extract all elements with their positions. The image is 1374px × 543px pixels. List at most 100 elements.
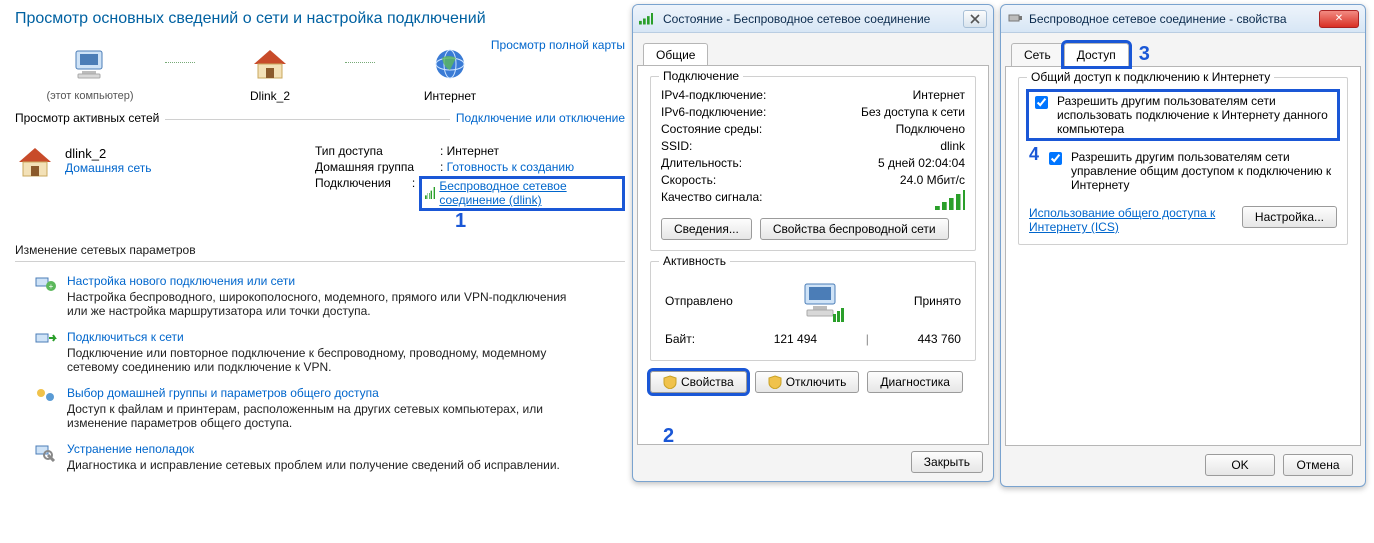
callout-1: 1 — [455, 210, 466, 233]
shield-icon — [768, 375, 782, 389]
adapter-icon — [1007, 9, 1023, 28]
close-button[interactable] — [963, 10, 987, 28]
ipv6-key: IPv6-подключение — [661, 105, 766, 119]
house-icon — [250, 46, 290, 82]
group-connection: Подключение IPv4-подключениеИнтернет IPv… — [650, 76, 976, 251]
group-connection-label: Подключение — [659, 69, 743, 83]
tab-general[interactable]: Общие — [643, 43, 708, 65]
task-troubleshoot: Устранение неполадок Диагностика и испра… — [35, 442, 625, 472]
callout-4: 4 — [1029, 144, 1041, 165]
cancel-button[interactable]: Отмена — [1283, 454, 1353, 476]
change-settings-header: Изменение сетевых параметров — [15, 243, 625, 257]
ok-button[interactable]: OK — [1205, 454, 1275, 476]
activity-icon — [793, 278, 853, 324]
task-new-connection-link[interactable]: Настройка нового подключения или сети — [67, 274, 295, 288]
bytes-separator: | — [866, 332, 869, 346]
diagram-line — [165, 62, 195, 63]
bytes-sent: 121 494 — [774, 332, 817, 346]
task-new-connection: + Настройка нового подключения или сети … — [35, 274, 625, 318]
group-ics: Общий доступ к подключению к Интернету Р… — [1018, 77, 1348, 245]
view-full-map-link[interactable]: Просмотр полной карты — [491, 38, 625, 52]
ssid-key: SSID — [661, 139, 692, 153]
duration-value: 5 дней 02:04:04 — [878, 156, 965, 170]
disable-button[interactable]: Отключить — [755, 371, 860, 393]
details-button[interactable]: Сведения... — [661, 218, 752, 240]
signal-strength-icon — [935, 190, 965, 210]
allow-share-label: Разрешить другим пользователям сети испо… — [1057, 94, 1335, 136]
active-networks-header: Просмотр активных сетей — [15, 111, 165, 125]
wireless-properties-button[interactable]: Свойства беспроводной сети — [760, 218, 949, 240]
active-network-name: dlink_2 — [65, 146, 151, 161]
allow-share-input[interactable] — [1035, 96, 1048, 109]
task-troubleshoot-link[interactable]: Устранение неполадок — [67, 442, 194, 456]
task-connect-desc: Подключение или повторное подключение к … — [67, 346, 587, 374]
connections-key: Подключения — [315, 176, 412, 211]
network-center-panel: Просмотр основных сведений о сети и наст… — [15, 10, 625, 476]
allow-share-checkbox[interactable]: Разрешить другим пользователям сети испо… — [1029, 92, 1337, 138]
status-titlebar[interactable]: Состояние - Беспроводное сетевое соедине… — [633, 5, 993, 33]
task-homegroup: Выбор домашней группы и параметров общег… — [35, 386, 625, 430]
task-connect: Подключиться к сети Подключение или повт… — [35, 330, 625, 374]
node-router-label: Dlink_2 — [195, 89, 345, 103]
ics-help-link[interactable]: Использование общего доступа к Интернету… — [1029, 206, 1242, 234]
troubleshoot-icon — [35, 442, 57, 465]
node-internet-label: Интернет — [375, 89, 525, 103]
connect-icon — [35, 330, 57, 353]
callout-2: 2 — [663, 425, 674, 448]
active-network: dlink_2 Домашняя сеть Тип доступа: Интер… — [15, 144, 625, 213]
props-title: Беспроводное сетевое соединение - свойст… — [1029, 12, 1313, 26]
access-type-value: Интернет — [447, 144, 499, 158]
settings-button[interactable]: Настройка... — [1242, 206, 1337, 228]
properties-button[interactable]: Свойства — [650, 371, 747, 393]
connect-disconnect-link[interactable]: Подключение или отключение — [450, 111, 625, 125]
node-internet: Интернет — [375, 46, 525, 103]
props-titlebar[interactable]: Беспроводное сетевое соединение - свойст… — [1001, 5, 1365, 33]
group-ics-label: Общий доступ к подключению к Интернету — [1027, 70, 1274, 84]
recv-label: Принято — [914, 294, 961, 308]
active-network-type-link[interactable]: Домашняя сеть — [65, 161, 151, 175]
sent-label: Отправлено — [665, 294, 733, 308]
node-this-pc-label: (этот компьютер) — [15, 90, 165, 102]
allow-control-label: Разрешить другим пользователям сети упра… — [1071, 150, 1337, 192]
allow-control-checkbox[interactable]: Разрешить другим пользователям сети упра… — [1045, 150, 1337, 192]
diagnose-button[interactable]: Диагностика — [867, 371, 963, 393]
task-homegroup-link[interactable]: Выбор домашней группы и параметров общег… — [67, 386, 379, 400]
svg-text:+: + — [49, 282, 54, 291]
status-title: Состояние - Беспроводное сетевое соедине… — [663, 12, 957, 26]
group-activity: Активность Отправлено Принято Байт: 121 … — [650, 261, 976, 361]
ipv4-value: Интернет — [913, 88, 965, 102]
task-connect-link[interactable]: Подключиться к сети — [67, 330, 184, 344]
node-this-pc: (этот компьютер) — [15, 47, 165, 102]
access-type-key: Тип доступа — [315, 144, 440, 158]
task-new-connection-desc: Настройка беспроводного, широкополосного… — [67, 290, 587, 318]
page-title: Просмотр основных сведений о сети и наст… — [15, 10, 625, 28]
close-button[interactable]: ✕ — [1319, 10, 1359, 28]
homegroup-key: Домашняя группа — [315, 160, 440, 174]
disable-button-label: Отключить — [786, 375, 847, 389]
shield-icon — [663, 375, 677, 389]
tasks-list: + Настройка нового подключения или сети … — [15, 274, 625, 472]
tab-access[interactable]: Доступ — [1064, 43, 1129, 66]
homegroup-link[interactable]: Готовность к созданию — [447, 160, 574, 174]
tab-network[interactable]: Сеть — [1011, 43, 1064, 66]
globe-icon — [430, 46, 470, 82]
connection-properties-dialog: Беспроводное сетевое соединение - свойст… — [1000, 4, 1366, 487]
media-key: Состояние среды — [661, 122, 762, 136]
connection-status-dialog: Состояние - Беспроводное сетевое соедине… — [632, 4, 994, 482]
allow-control-input[interactable] — [1049, 152, 1062, 165]
node-router: Dlink_2 — [195, 46, 345, 103]
bytes-recv: 443 760 — [918, 332, 961, 346]
speed-key: Скорость — [661, 173, 716, 187]
media-value: Подключено — [896, 122, 965, 136]
network-diagram: (этот компьютер) Dlink_2 Интернет — [15, 46, 625, 103]
active-networks-divider: Просмотр активных сетей Подключение или … — [15, 119, 625, 134]
status-tabpanel: Подключение IPv4-подключениеИнтернет IPv… — [637, 65, 989, 445]
close-dialog-button[interactable]: Закрыть — [911, 451, 983, 473]
signal-key: Качество сигнала — [661, 190, 762, 210]
bytes-label: Байт: — [665, 332, 725, 346]
diagram-line — [345, 62, 375, 63]
computer-icon — [70, 47, 110, 83]
signal-icon — [425, 187, 436, 199]
speed-value: 24.0 Мбит/с — [900, 173, 965, 187]
wireless-connection-link[interactable]: Беспроводное сетевое соединение (dlink) — [439, 179, 619, 207]
